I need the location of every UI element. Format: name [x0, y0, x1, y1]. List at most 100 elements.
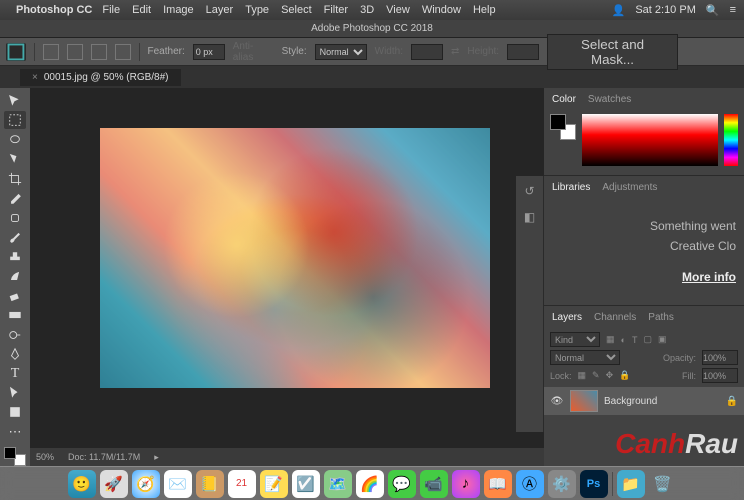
layer-row[interactable]: 👁 Background 🔒	[544, 387, 744, 415]
lock-icon[interactable]: 🔒	[726, 396, 738, 407]
eyedropper-tool-icon[interactable]	[4, 189, 26, 206]
menu-filter[interactable]: Filter	[324, 4, 348, 16]
brush-tool-icon[interactable]	[4, 228, 26, 245]
feather-input[interactable]	[193, 44, 225, 60]
close-tab-icon[interactable]: ×	[32, 72, 38, 83]
panel-fgbg-colors[interactable]	[550, 114, 576, 140]
intersect-selection-icon[interactable]	[115, 44, 131, 60]
subtract-selection-icon[interactable]	[91, 44, 107, 60]
dodge-tool-icon[interactable]	[4, 326, 26, 343]
menu-image[interactable]: Image	[163, 4, 194, 16]
document-canvas[interactable]	[100, 128, 490, 388]
spotlight-icon[interactable]: 🔍	[706, 4, 720, 17]
visibility-icon[interactable]: 👁	[550, 396, 564, 407]
contacts-icon[interactable]: 📒	[196, 470, 224, 498]
heal-tool-icon[interactable]	[4, 209, 26, 226]
type-tool-icon[interactable]: T	[4, 365, 26, 382]
menu-file[interactable]: File	[102, 4, 120, 16]
trash-icon[interactable]: 🗑️	[649, 470, 677, 498]
sysprefs-icon[interactable]: ⚙️	[548, 470, 576, 498]
tab-paths[interactable]: Paths	[648, 312, 674, 323]
doc-size[interactable]: Doc: 11.7M/11.7M	[68, 452, 140, 462]
menu-select[interactable]: Select	[281, 4, 312, 16]
tab-color[interactable]: Color	[552, 94, 576, 105]
mail-icon[interactable]: ✉️	[164, 470, 192, 498]
ps-home-icon[interactable]	[6, 43, 26, 61]
itunes-icon[interactable]: ♪	[452, 470, 480, 498]
gradient-tool-icon[interactable]	[4, 306, 26, 323]
clock[interactable]: Sat 2:10 PM	[635, 4, 696, 16]
history-brush-tool-icon[interactable]	[4, 267, 26, 284]
notifications-icon[interactable]: ≡	[730, 4, 736, 16]
pen-tool-icon[interactable]	[4, 345, 26, 362]
menu-type[interactable]: Type	[245, 4, 269, 16]
appstore-icon[interactable]: Ⓐ	[516, 470, 544, 498]
path-select-tool-icon[interactable]	[4, 384, 26, 401]
photos-icon[interactable]: 🌈	[356, 470, 384, 498]
finder-icon[interactable]: 🙂	[68, 470, 96, 498]
safari-icon[interactable]: 🧭	[132, 470, 160, 498]
menu-3d[interactable]: 3D	[360, 4, 374, 16]
tab-channels[interactable]: Channels	[594, 312, 636, 323]
filter-kind-select[interactable]: Kind	[550, 332, 600, 347]
add-selection-icon[interactable]	[67, 44, 83, 60]
macos-menubar: Photoshop CC File Edit Image Layer Type …	[0, 0, 744, 20]
calendar-icon[interactable]: 21	[228, 470, 256, 498]
opacity-input[interactable]	[702, 350, 738, 365]
zoom-level[interactable]: 50%	[36, 452, 54, 462]
fastswitch-icon[interactable]: 👤	[612, 4, 626, 17]
notes-icon[interactable]: 📝	[260, 470, 288, 498]
new-selection-icon[interactable]	[43, 44, 59, 60]
filter-adjust-icon[interactable]: ◐	[621, 335, 626, 345]
lock-pixel-icon[interactable]: ✎	[592, 370, 600, 381]
lock-trans-icon[interactable]: ▦	[578, 370, 587, 381]
shape-tool-icon[interactable]	[4, 404, 26, 421]
more-info-link[interactable]: More info	[552, 267, 736, 287]
menu-layer[interactable]: Layer	[206, 4, 234, 16]
menu-edit[interactable]: Edit	[132, 4, 151, 16]
quickselect-tool-icon[interactable]	[4, 150, 26, 167]
menu-window[interactable]: Window	[422, 4, 461, 16]
document-tab[interactable]: × 00015.jpg @ 50% (RGB/8#)	[20, 69, 181, 86]
properties-collapsed-icon[interactable]: ◧	[521, 210, 539, 226]
messages-icon[interactable]: 💬	[388, 470, 416, 498]
downloads-icon[interactable]: 📁	[617, 470, 645, 498]
tab-libraries[interactable]: Libraries	[552, 182, 590, 193]
layer-thumbnail[interactable]	[570, 390, 598, 412]
eraser-tool-icon[interactable]	[4, 287, 26, 304]
filter-type-icon[interactable]: T	[632, 335, 638, 345]
tab-swatches[interactable]: Swatches	[588, 94, 631, 105]
more-tools-icon[interactable]: ⋯	[4, 423, 26, 440]
lock-pos-icon[interactable]: ✥	[606, 370, 614, 381]
menu-help[interactable]: Help	[473, 4, 496, 16]
facetime-icon[interactable]: 📹	[420, 470, 448, 498]
menu-view[interactable]: View	[386, 4, 410, 16]
history-collapsed-icon[interactable]: ↺	[521, 184, 539, 200]
lasso-tool-icon[interactable]	[4, 131, 26, 148]
hue-slider[interactable]	[724, 114, 738, 166]
app-menu[interactable]: Photoshop CC	[16, 4, 92, 16]
tab-adjustments[interactable]: Adjustments	[602, 182, 657, 193]
foreground-background-colors[interactable]	[4, 447, 26, 466]
style-select[interactable]: Normal	[315, 44, 367, 60]
launchpad-icon[interactable]: 🚀	[100, 470, 128, 498]
color-spectrum[interactable]	[582, 114, 718, 166]
fill-input[interactable]	[702, 368, 738, 383]
lock-all-icon[interactable]: 🔒	[619, 370, 630, 381]
photoshop-icon[interactable]: Ps	[580, 470, 608, 498]
move-tool-icon[interactable]	[4, 92, 26, 109]
crop-tool-icon[interactable]	[4, 170, 26, 187]
blend-mode-select[interactable]: Normal	[550, 350, 620, 365]
filter-pixel-icon[interactable]: ▦	[606, 334, 615, 345]
reminders-icon[interactable]: ☑️	[292, 470, 320, 498]
status-arrow-icon[interactable]: ▸	[154, 452, 159, 463]
filter-smart-icon[interactable]: ▣	[658, 334, 667, 345]
tab-layers[interactable]: Layers	[552, 312, 582, 323]
canvas-area[interactable]: 50% Doc: 11.7M/11.7M ▸	[30, 88, 544, 466]
select-and-mask-button[interactable]: Select and Mask...	[547, 34, 678, 70]
filter-shape-icon[interactable]: ▢	[643, 334, 652, 345]
marquee-tool-icon[interactable]	[4, 111, 26, 128]
maps-icon[interactable]: 🗺️	[324, 470, 352, 498]
ibooks-icon[interactable]: 📖	[484, 470, 512, 498]
stamp-tool-icon[interactable]	[4, 248, 26, 265]
